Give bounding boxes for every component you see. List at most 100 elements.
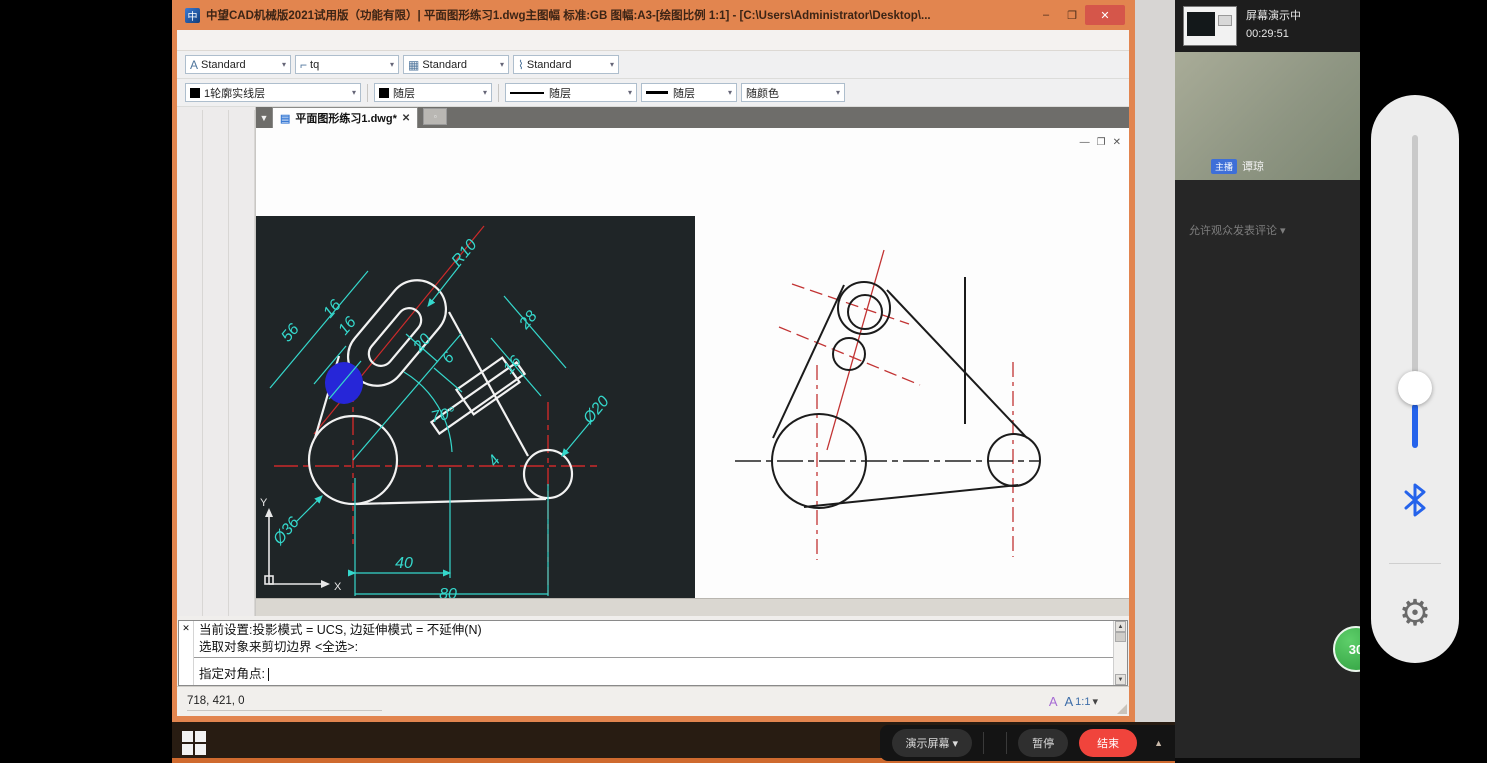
stream-tabs (1175, 180, 1360, 214)
coordinate-readout: 718, 421, 0 (187, 692, 382, 711)
end-button[interactable]: 结束 (1079, 729, 1137, 757)
linetype-combo[interactable]: 随层▾ (505, 83, 637, 102)
layout-tab-bar (256, 598, 1129, 616)
close-button[interactable]: ✕ (1085, 5, 1125, 25)
host-badge: 主播 (1211, 159, 1237, 174)
volume-slider-knob[interactable] (1398, 371, 1432, 405)
text-style-value: Standard (201, 59, 246, 71)
stream-status-label: 屏幕演示中 (1246, 8, 1301, 26)
layer-combo[interactable]: 1轮廓实线层▾ (185, 83, 361, 102)
camera-feed: 主播 谭琼 (1175, 52, 1360, 180)
scale-value: 1:1 (1075, 696, 1090, 708)
stream-header: 屏幕演示中 00:29:51 (1175, 0, 1360, 52)
host-name: 谭琼 (1242, 158, 1264, 174)
traced-drawing (256, 128, 1129, 598)
text-style-combo[interactable]: A Standard▾ (185, 55, 291, 74)
comments-panel: 允许观众发表评论 ▾ 30 (1175, 180, 1360, 758)
desktop-strip (1135, 0, 1175, 722)
command-scrollbar[interactable]: ▲ ▼ (1113, 621, 1127, 685)
child-restore-icon[interactable]: ❐ (1097, 137, 1106, 148)
mleader-style-combo[interactable]: ⌇ Standard▾ (513, 55, 619, 74)
command-input[interactable]: 指定对角点: (194, 658, 1113, 687)
settings-gear-icon[interactable]: ⚙ (1371, 593, 1459, 633)
resize-grip[interactable] (1117, 704, 1127, 714)
child-minimize-icon[interactable]: — (1080, 137, 1090, 148)
current-color-swatch (379, 88, 389, 98)
stream-control-bar: 演示屏幕 ▾ 暂停 结束 ▲ (880, 725, 1176, 761)
text-caret (268, 668, 269, 681)
toolbar-standard: A Standard▾ ⌐ tq▾ ▦ Standard▾ ⌇ Standard… (177, 51, 1129, 79)
scale-icon: A (1065, 694, 1074, 709)
new-tab-button[interactable]: ▫ (423, 108, 447, 125)
document-tab-bar: ▼ ▤ 平面图形练习1.dwg* ✕ ▫ (256, 107, 1129, 128)
screen: 中 中望CAD机械版2021试用版（功能有限）| 平面图形练习1.dwg主图幅 … (0, 0, 1487, 763)
close-tab-icon[interactable]: ✕ (402, 113, 410, 124)
tool-palette (177, 107, 255, 616)
pause-button[interactable]: 暂停 (1018, 729, 1068, 757)
dimension-toolbar (203, 110, 229, 616)
table-style-value: Standard (422, 59, 467, 71)
dim-style-combo[interactable]: ⌐ tq▾ (295, 55, 399, 74)
draw-toolbar (177, 110, 203, 616)
volume-slider-fill (1412, 404, 1418, 448)
maximize-button[interactable]: ❐ (1059, 5, 1085, 25)
lineweight-value: 随层 (673, 85, 695, 101)
linetype-sample (510, 92, 544, 94)
window-title: 中望CAD机械版2021试用版（功能有限）| 平面图形练习1.dwg主图幅 标准… (206, 7, 1033, 23)
volume-slider-track[interactable] (1412, 135, 1418, 375)
minimize-button[interactable]: – (1033, 5, 1059, 25)
modify-toolbar (229, 110, 255, 616)
lineweight-sample (646, 91, 668, 94)
taskbar: 演示屏幕 ▾ 暂停 结束 ▲ (172, 722, 1175, 763)
mleader-style-value: Standard (527, 59, 572, 71)
stream-timer: 00:29:51 (1246, 26, 1301, 44)
bluetooth-icon[interactable] (1402, 483, 1428, 517)
mleader-style-icon: ⌇ (518, 58, 524, 72)
start-button[interactable] (182, 731, 206, 755)
drawing-canvas[interactable]: — ❐ ✕ (256, 128, 1129, 598)
document-tab-label: 平面图形练习1.dwg* (295, 110, 396, 126)
scroll-up-icon[interactable]: ▲ (1115, 621, 1126, 632)
menu-bar (177, 30, 1129, 51)
command-line: 当前设置:投影模式 = UCS, 边延伸模式 = 不延伸(N) (199, 622, 1108, 639)
screen-share-thumbnail[interactable] (1183, 6, 1237, 46)
scrollbar-thumb[interactable] (1115, 632, 1126, 642)
drawing-file-icon: ▤ (280, 112, 290, 125)
command-line: 选取对象来剪切边界 <全选>: (199, 639, 1108, 656)
dim-style-icon: ⌐ (300, 58, 307, 72)
annotation-visibility-icon[interactable]: A (1049, 694, 1058, 709)
command-close-icon[interactable]: ✕ (182, 623, 190, 633)
comment-list (1175, 242, 1360, 252)
present-screen-button[interactable]: 演示屏幕 ▾ (892, 729, 973, 757)
layer-value: 1轮廓实线层 (204, 85, 265, 101)
color-value: 随层 (393, 85, 415, 101)
plot-style-value: 随颜色 (746, 85, 779, 101)
annotation-scale-combo[interactable]: A 1:1 ▾ (1065, 694, 1099, 709)
tab-list-caret[interactable]: ▼ (256, 107, 272, 128)
title-bar: 中 中望CAD机械版2021试用版（功能有限）| 平面图形练习1.dwg主图幅 … (177, 0, 1129, 30)
status-bar: 718, 421, 0 A A 1:1 ▾ (177, 686, 1129, 716)
linetype-value: 随层 (549, 85, 571, 101)
cad-window: 中 中望CAD机械版2021试用版（功能有限）| 平面图形练习1.dwg主图幅 … (172, 0, 1135, 722)
scroll-down-icon[interactable]: ▼ (1115, 674, 1126, 685)
color-combo[interactable]: 随层▾ (374, 83, 492, 102)
plot-style-combo[interactable]: 随颜色▾ (741, 83, 845, 102)
text-style-icon: A (190, 58, 198, 72)
volume-panel: ⚙ (1371, 95, 1459, 663)
table-style-icon: ▦ (408, 58, 419, 72)
scale-caret-icon: ▾ (1092, 695, 1098, 708)
lineweight-combo[interactable]: 随层▾ (641, 83, 737, 102)
command-window[interactable]: ✕ 当前设置:投影模式 = UCS, 边延伸模式 = 不延伸(N) 选取对象来剪… (178, 620, 1128, 686)
command-history: 当前设置:投影模式 = UCS, 边延伸模式 = 不延伸(N) 选取对象来剪切边… (194, 621, 1113, 658)
viewer-count-badge[interactable]: 30 (1333, 626, 1360, 672)
collapse-arrow-icon[interactable]: ▲ (1154, 738, 1163, 748)
side-control-column: ⚙ (1360, 0, 1487, 763)
layer-color-swatch (190, 88, 200, 98)
table-style-combo[interactable]: ▦ Standard▾ (403, 55, 509, 74)
toolbar-layers: 1轮廓实线层▾ 随层▾ 随层▾ 随层▾ 随颜色▾ (177, 79, 1129, 107)
live-stream-panel: 屏幕演示中 00:29:51 主播 谭琼 允许观众发表评论 ▾ 30 (1175, 0, 1360, 763)
child-close-icon[interactable]: ✕ (1113, 137, 1121, 148)
allow-comments-dropdown[interactable]: 允许观众发表评论 ▾ (1175, 214, 1360, 242)
app-icon: 中 (185, 8, 200, 23)
document-tab[interactable]: ▤ 平面图形练习1.dwg* ✕ (272, 107, 418, 128)
